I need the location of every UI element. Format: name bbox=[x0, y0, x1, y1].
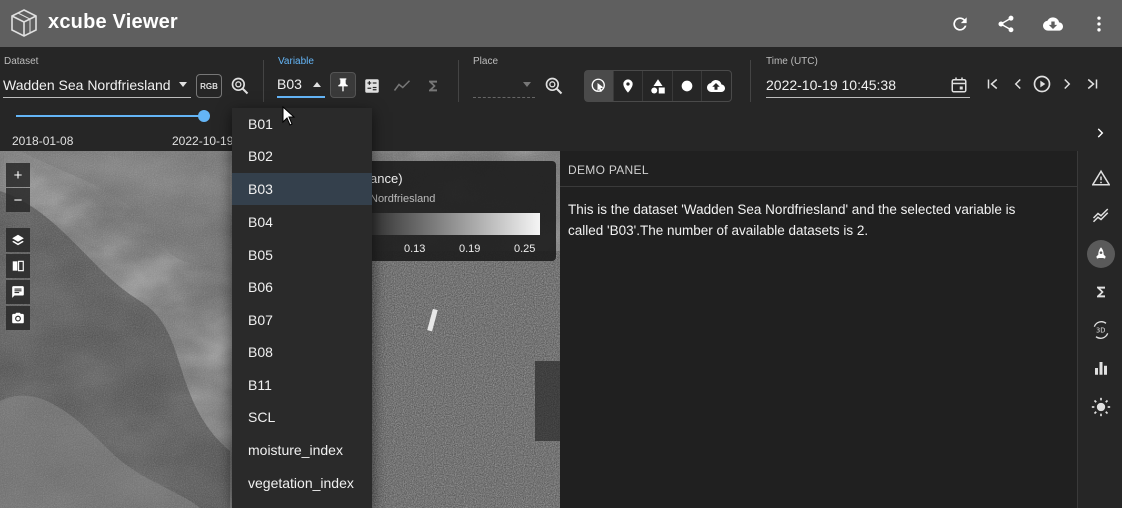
3d-view-icon[interactable]: 3D bbox=[1087, 316, 1115, 344]
xcube-logo-icon bbox=[10, 8, 38, 38]
add-circle-icon[interactable] bbox=[673, 71, 702, 101]
time-range-thumb[interactable] bbox=[198, 110, 210, 122]
map-interaction-toggle-group bbox=[584, 70, 732, 102]
rgb-button[interactable]: RGB bbox=[196, 74, 222, 98]
chevron-right-icon[interactable] bbox=[1088, 121, 1112, 145]
dataset-value: Wadden Sea Nordfriesland bbox=[3, 76, 171, 93]
variable-option[interactable]: B07 bbox=[232, 304, 372, 336]
compare-icon[interactable] bbox=[6, 254, 30, 278]
add-polygon-icon[interactable] bbox=[643, 71, 673, 101]
variable-select[interactable]: B03 bbox=[277, 72, 325, 98]
warning-icon[interactable] bbox=[1087, 164, 1115, 192]
panel-text: This is the dataset 'Wadden Sea Nordfrie… bbox=[568, 202, 1016, 238]
time-range-start: 2018-01-08 bbox=[12, 134, 74, 148]
cloud-download-icon[interactable] bbox=[1040, 11, 1066, 37]
pin-variable-button[interactable] bbox=[330, 72, 356, 98]
divider bbox=[263, 60, 264, 102]
variable-option[interactable]: SCL bbox=[232, 401, 372, 433]
variable-option[interactable]: B04 bbox=[232, 206, 372, 238]
place-select[interactable] bbox=[473, 72, 535, 98]
app-title: xcube Viewer bbox=[48, 11, 178, 33]
variable-label: Variable bbox=[278, 56, 314, 67]
camera-icon[interactable] bbox=[6, 306, 30, 330]
color-legend[interactable]: ance) Nordfriesland 0.13 0.19 0.25 bbox=[340, 161, 556, 261]
variable-option[interactable]: B06 bbox=[232, 271, 372, 303]
select-mode-icon[interactable] bbox=[585, 71, 615, 101]
mouse-cursor-icon bbox=[282, 106, 296, 126]
sigma-icon[interactable] bbox=[421, 74, 445, 98]
legend-title: ance) bbox=[370, 171, 403, 186]
variable-option[interactable]: B11 bbox=[232, 369, 372, 401]
locate-dataset-icon[interactable] bbox=[228, 74, 252, 98]
variable-option[interactable]: B08 bbox=[232, 336, 372, 368]
variable-option[interactable]: B02 bbox=[232, 140, 372, 172]
chevron-up-icon bbox=[313, 81, 321, 87]
timeseries-icon[interactable] bbox=[390, 74, 414, 98]
zoom-in-button[interactable]: + bbox=[6, 163, 30, 187]
brightness-icon[interactable] bbox=[1087, 393, 1115, 421]
last-step-icon[interactable] bbox=[1080, 72, 1104, 96]
rocket-icon[interactable] bbox=[1087, 240, 1115, 268]
demo-panel: DEMO PANEL This is the dataset 'Wadden S… bbox=[560, 151, 1077, 508]
pin-icon bbox=[338, 78, 348, 92]
panel-title: DEMO PANEL bbox=[568, 163, 649, 177]
previous-step-icon[interactable] bbox=[1006, 72, 1030, 96]
next-step-icon[interactable] bbox=[1055, 72, 1079, 96]
panel-header: DEMO PANEL bbox=[560, 151, 1077, 187]
time-range-track bbox=[16, 115, 204, 117]
first-step-icon[interactable] bbox=[981, 72, 1005, 96]
place-label: Place bbox=[473, 56, 499, 67]
variable-option[interactable]: B01 bbox=[232, 108, 372, 140]
time-value: 2022-10-19 10:45:38 bbox=[766, 76, 896, 93]
add-point-icon[interactable] bbox=[614, 71, 644, 101]
variable-dropdown-menu: B01 B02 B03 B04 B05 B06 B07 B08 B11 SCL moisture_i… bbox=[232, 108, 372, 508]
share-icon[interactable] bbox=[993, 11, 1019, 37]
timeseries-panel-icon[interactable] bbox=[1087, 201, 1115, 229]
upload-icon[interactable] bbox=[702, 71, 731, 101]
dataset-label: Dataset bbox=[4, 56, 39, 67]
locate-place-icon[interactable] bbox=[542, 74, 566, 98]
play-icon[interactable] bbox=[1030, 72, 1054, 96]
info-message-icon[interactable] bbox=[6, 280, 30, 304]
variable-value: B03 bbox=[277, 76, 302, 92]
variable-option[interactable]: B03 bbox=[232, 173, 372, 205]
time-range-end: 2022-10-19 bbox=[172, 134, 234, 148]
svg-text:3D: 3D bbox=[1096, 327, 1105, 335]
calculator-icon[interactable] bbox=[360, 74, 384, 98]
more-vert-icon[interactable] bbox=[1086, 11, 1112, 37]
variable-option[interactable]: B05 bbox=[232, 239, 372, 271]
time-input[interactable]: 2022-10-19 10:45:38 bbox=[766, 72, 970, 98]
control-bar bbox=[0, 47, 1122, 151]
bar-chart-icon[interactable] bbox=[1087, 354, 1115, 382]
layers-icon[interactable] bbox=[6, 228, 30, 252]
refresh-icon[interactable] bbox=[947, 11, 973, 37]
colorbar[interactable] bbox=[368, 213, 540, 235]
legend-tick: 0.13 bbox=[404, 243, 426, 255]
legend-subtitle: Nordfriesland bbox=[370, 193, 436, 205]
app-bar: xcube Viewer bbox=[0, 0, 1122, 47]
chevron-down-icon bbox=[523, 82, 531, 87]
variable-option[interactable]: moisture_index bbox=[232, 434, 372, 466]
chevron-down-icon bbox=[179, 82, 187, 87]
right-sidebar: 3D bbox=[1077, 151, 1122, 508]
legend-tick: 0.25 bbox=[514, 243, 536, 255]
statistics-sigma-icon[interactable] bbox=[1087, 278, 1115, 306]
time-label: Time (UTC) bbox=[766, 56, 818, 67]
zoom-out-button[interactable]: − bbox=[6, 188, 30, 212]
divider bbox=[750, 60, 751, 102]
variable-option[interactable]: vegetation_index bbox=[232, 467, 372, 499]
calendar-icon[interactable] bbox=[947, 73, 971, 97]
dataset-select[interactable]: Wadden Sea Nordfriesland bbox=[3, 72, 191, 98]
divider bbox=[458, 60, 459, 102]
legend-tick: 0.19 bbox=[459, 243, 481, 255]
